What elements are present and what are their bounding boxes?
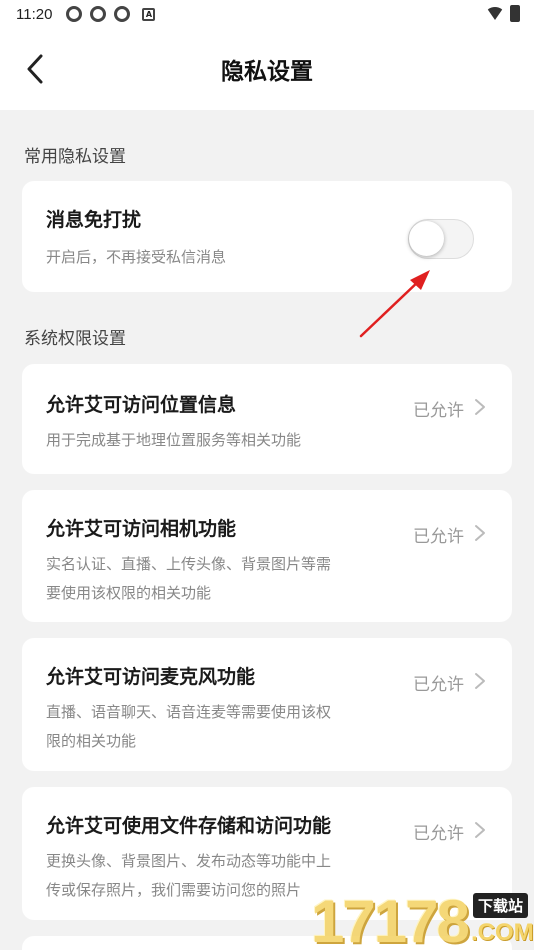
- app-notification-icon: [66, 6, 83, 22]
- dnd-toggle[interactable]: [408, 219, 474, 259]
- permission-status: 已允许: [413, 824, 464, 844]
- chevron-right-icon: [475, 525, 485, 541]
- permission-desc-line: 直播、语音聊天、语音连麦等需要使用该权: [46, 703, 332, 721]
- permission-desc: 用于完成基于地理位置服务等相关功能: [46, 431, 302, 449]
- permission-title: 允许艾可访问麦克风功能: [46, 666, 256, 688]
- toggle-knob: [409, 221, 444, 256]
- app-notification-icon: [114, 6, 131, 22]
- permission-status: 已允许: [413, 527, 464, 547]
- permission-card-location[interactable]: 允许艾可访问位置信息 用于完成基于地理位置服务等相关功能 已允许: [22, 364, 512, 474]
- permission-title: 允许艾可使用文件存储和访问功能: [46, 815, 332, 837]
- permission-title: 允许艾可访问相机功能: [46, 518, 237, 540]
- battery-icon: [510, 5, 520, 22]
- section-title-common: 常用隐私设置: [24, 147, 126, 167]
- watermark-badge: 下载站: [473, 893, 529, 918]
- status-time: 11:20: [16, 5, 53, 23]
- permission-desc-line: 更换头像、背景图片、发布动态等功能中上: [46, 852, 332, 870]
- watermark-logo: 17178 下载站 .COM: [305, 885, 534, 950]
- permission-status: 已允许: [413, 401, 464, 421]
- header: 隐私设置: [0, 28, 534, 110]
- watermark-domain: .COM: [471, 919, 534, 946]
- page-title: 隐私设置: [221, 59, 313, 85]
- status-bar: 11:20 A: [0, 0, 534, 28]
- permission-card-camera[interactable]: 允许艾可访问相机功能 实名认证、直播、上传头像、背景图片等需 要使用该权限的相关…: [22, 490, 512, 622]
- permission-desc: 实名认证、直播、上传头像、背景图片等需 要使用该权限的相关功能: [46, 550, 391, 608]
- permission-card-microphone[interactable]: 允许艾可访问麦克风功能 直播、语音聊天、语音连麦等需要使用该权 限的相关功能 已…: [22, 638, 512, 771]
- permission-desc-line: 要使用该权限的相关功能: [46, 584, 212, 602]
- dnd-title: 消息免打扰: [46, 209, 142, 231]
- wifi-icon: [486, 7, 504, 20]
- permission-desc: 直播、语音聊天、语音连麦等需要使用该权 限的相关功能: [46, 698, 391, 756]
- permission-desc-line: 实名认证、直播、上传头像、背景图片等需: [46, 555, 332, 573]
- permission-desc-line: 限的相关功能: [46, 732, 137, 750]
- annotation-arrow-icon: [359, 270, 430, 338]
- app-notification-icon: [90, 6, 107, 22]
- permission-status: 已允许: [413, 675, 464, 695]
- chevron-right-icon: [475, 673, 485, 689]
- chevron-right-icon: [475, 399, 485, 415]
- watermark-digits: 17178: [311, 888, 470, 950]
- a-badge-icon: A: [142, 7, 156, 21]
- status-right: [486, 5, 520, 22]
- permission-title: 允许艾可访问位置信息: [46, 394, 237, 416]
- section-title-system: 系统权限设置: [24, 329, 126, 349]
- dnd-desc: 开启后，不再接受私信消息: [46, 248, 227, 266]
- dnd-card: 消息免打扰 开启后，不再接受私信消息: [22, 181, 512, 292]
- chevron-right-icon: [475, 822, 485, 838]
